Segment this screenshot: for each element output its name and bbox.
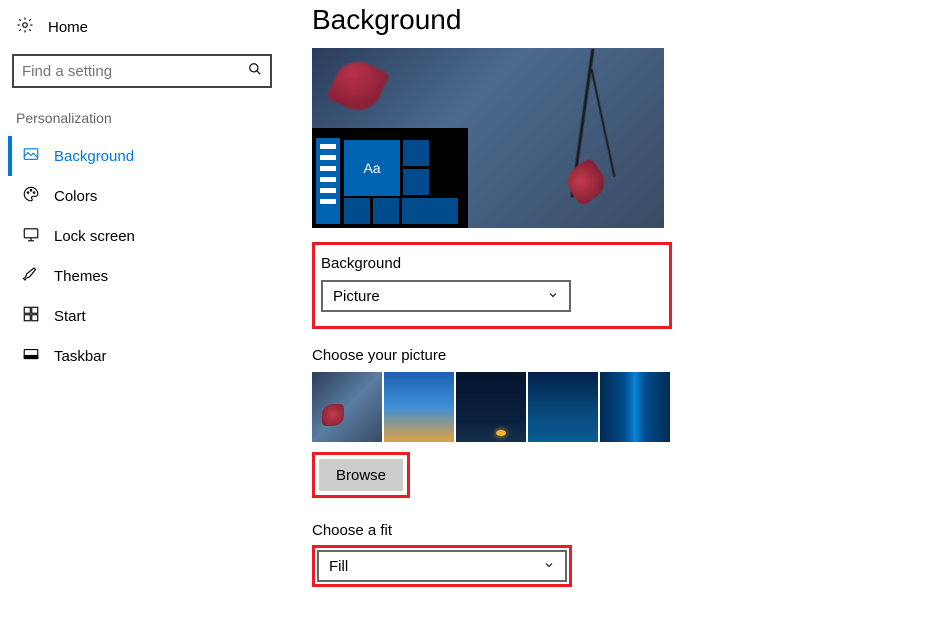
sidebar-item-colors[interactable]: Colors bbox=[8, 176, 284, 216]
picture-thumb-3[interactable] bbox=[456, 372, 526, 442]
sidebar-item-start[interactable]: Start bbox=[8, 296, 284, 336]
sidebar-item-themes[interactable]: Themes bbox=[8, 256, 284, 296]
search-icon bbox=[248, 62, 262, 80]
chevron-down-icon bbox=[543, 558, 555, 575]
sidebar-item-lock-screen[interactable]: Lock screen bbox=[8, 216, 284, 256]
highlight-browse: Browse bbox=[312, 452, 410, 498]
section-title: Personalization bbox=[8, 110, 284, 136]
choose-fit-value: Fill bbox=[329, 558, 348, 575]
main-content: Background Aa bbox=[300, 0, 941, 587]
sidebar-item-label: Start bbox=[54, 308, 86, 325]
choose-fit-select[interactable]: Fill bbox=[317, 550, 567, 582]
sidebar-item-label: Background bbox=[54, 148, 134, 165]
sidebar-item-taskbar[interactable]: Taskbar bbox=[8, 336, 284, 376]
highlight-background-section: Background Picture bbox=[312, 242, 672, 329]
chevron-down-icon bbox=[547, 288, 559, 305]
picture-thumb-1[interactable] bbox=[312, 372, 382, 442]
search-field[interactable] bbox=[22, 63, 248, 80]
choose-picture-label: Choose your picture bbox=[312, 347, 941, 364]
background-select-value: Picture bbox=[333, 288, 380, 305]
search-input[interactable] bbox=[12, 54, 272, 88]
sidebar-item-label: Lock screen bbox=[54, 228, 135, 245]
sidebar: Home Personalization Background bbox=[0, 0, 300, 587]
picture-thumb-5[interactable] bbox=[600, 372, 670, 442]
sidebar-item-label: Colors bbox=[54, 188, 97, 205]
home-button[interactable]: Home bbox=[8, 8, 284, 48]
start-icon bbox=[22, 305, 40, 327]
sidebar-item-label: Taskbar bbox=[54, 348, 107, 365]
sidebar-item-label: Themes bbox=[54, 268, 108, 285]
home-label: Home bbox=[48, 19, 88, 36]
page-title: Background bbox=[312, 4, 941, 36]
picture-icon bbox=[22, 145, 40, 167]
highlight-choose-fit: Fill bbox=[312, 545, 572, 587]
picture-thumb-2[interactable] bbox=[384, 372, 454, 442]
choose-fit-label: Choose a fit bbox=[312, 522, 941, 539]
brush-icon bbox=[22, 265, 40, 287]
preview-tile-text: Aa bbox=[344, 140, 400, 196]
palette-icon bbox=[22, 185, 40, 207]
monitor-icon bbox=[22, 225, 40, 247]
picture-thumb-4[interactable] bbox=[528, 372, 598, 442]
taskbar-icon bbox=[22, 345, 40, 367]
background-select[interactable]: Picture bbox=[321, 280, 571, 312]
background-label: Background bbox=[321, 255, 655, 272]
gear-icon bbox=[16, 16, 34, 38]
picture-thumbnails bbox=[312, 372, 941, 442]
browse-button[interactable]: Browse bbox=[319, 459, 403, 491]
desktop-preview: Aa bbox=[312, 48, 664, 228]
sidebar-item-background[interactable]: Background bbox=[8, 136, 284, 176]
